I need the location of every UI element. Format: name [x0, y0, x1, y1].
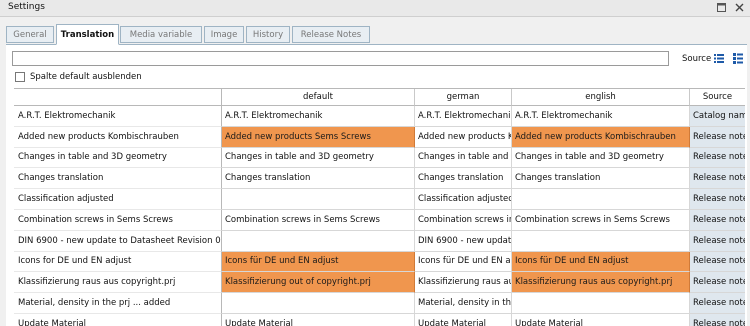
cell-english[interactable]: Changes in table and 3D geometry [512, 147, 690, 169]
cell-german[interactable]: Update Material [415, 314, 512, 326]
cell-default[interactable]: A.R.T. Elektromechanik [222, 106, 415, 127]
table-header-row: default german english Source [14, 89, 745, 106]
cell-german[interactable]: Classification adjusted [415, 189, 512, 210]
table-row[interactable]: Material, density in the prj ... added Ma… [14, 293, 745, 314]
header-german[interactable]: german [415, 89, 512, 106]
row-label: Icons for DE und EN adjust [14, 251, 222, 273]
row-label: Changes in table and 3D geometry [14, 147, 222, 169]
header-key[interactable] [14, 89, 222, 106]
tab-media-variable[interactable]: Media variable [120, 26, 202, 43]
tab-label: Image [210, 29, 238, 40]
row-label: Combination screws in Sems Screws [14, 210, 222, 231]
cell-source[interactable]: Release notes [690, 272, 745, 294]
table-row[interactable]: Update Material Update Material Update Mat… [14, 314, 745, 326]
list-view-icon[interactable] [713, 52, 725, 65]
table-row[interactable]: Classification adjusted Classification ad… [14, 189, 745, 210]
row-label: Classification adjusted [14, 189, 222, 210]
table-row[interactable]: Combination screws in Sems Screws Combina… [14, 210, 745, 231]
cell-source[interactable]: Release notes [690, 251, 745, 273]
tab-label: General [13, 29, 47, 40]
table-row[interactable]: Changes translation Changes translation Ch… [14, 168, 745, 190]
cell-default[interactable]: Combination screws in Sems Screws [222, 210, 415, 231]
search-input[interactable] [12, 51, 669, 66]
row-label: Material, density in the prj ... added [14, 293, 222, 314]
cell-source[interactable]: Release notes [690, 210, 745, 231]
hide-default-column-option[interactable]: Spalte default ausblenden [15, 72, 142, 82]
cell-english[interactable]: Update Material [512, 314, 690, 326]
cell-german[interactable]: Klassifizierung raus aus ... [415, 272, 512, 294]
tab-label: History [252, 29, 284, 40]
table-row[interactable]: Added new products Kombischrauben Added n… [14, 126, 745, 148]
cell-english[interactable] [512, 293, 690, 314]
hide-default-label: Spalte default ausblenden [30, 72, 142, 82]
tab-label: Translation [60, 29, 115, 40]
cell-default[interactable]: Update Material [222, 314, 415, 326]
cell-source[interactable]: Release notes [690, 126, 745, 148]
row-label: Added new products Kombischrauben [14, 126, 222, 148]
tab-history[interactable]: History [246, 26, 290, 43]
tab-general[interactable]: General [6, 26, 54, 43]
cell-default[interactable] [222, 230, 415, 252]
tab-image[interactable]: Image [204, 26, 244, 43]
cell-german[interactable]: Added new products K... [415, 126, 512, 148]
hide-default-checkbox[interactable] [15, 72, 25, 82]
cell-english[interactable]: Added new products Kombischrauben [512, 126, 690, 148]
cell-english[interactable]: Icons für DE und EN adjust [512, 251, 690, 273]
cell-source[interactable]: Release notes [690, 230, 745, 252]
row-label: A.R.T. Elektromechanik [14, 106, 222, 127]
header-source[interactable]: Source [690, 89, 745, 106]
cell-default[interactable]: Changes in table and 3D geometry [222, 147, 415, 169]
table-row[interactable]: DIN 6900 - new update to Datasheet Revis… [14, 230, 745, 252]
table-row[interactable]: Klassifizierung raus aus copyright.prj Kl… [14, 272, 745, 294]
header-english[interactable]: english [512, 89, 690, 106]
cell-source[interactable]: Release notes [690, 147, 745, 169]
cell-source[interactable]: Release notes [690, 189, 745, 210]
cell-german[interactable]: A.R.T. Elektromechanik [415, 106, 512, 127]
cell-default[interactable] [222, 189, 415, 210]
translation-table: default german english Source A.R.T. Ele… [14, 88, 745, 326]
cell-source[interactable]: Catalog name [690, 106, 745, 127]
row-label: DIN 6900 - new update to Datasheet Revis… [14, 230, 222, 252]
cell-german[interactable]: Icons für DE und EN adjust [415, 251, 512, 273]
tree-view-icon[interactable] [732, 52, 744, 65]
tab-translation[interactable]: Translation [56, 24, 119, 45]
table-row[interactable]: Icons for DE und EN adjust Icons für DE u… [14, 251, 745, 273]
title-bar: Settings [0, 0, 750, 17]
restore-icon[interactable] [714, 1, 728, 14]
cell-default[interactable]: Changes translation [222, 168, 415, 190]
cell-german[interactable]: Changes in table and 3... [415, 147, 512, 169]
cell-english[interactable] [512, 230, 690, 252]
cell-default[interactable]: Klassifizierung out of copyright.prj [222, 272, 415, 294]
cell-german[interactable]: Combination screws in ... [415, 210, 512, 231]
cell-default[interactable]: Added new products Sems Screws [222, 126, 415, 148]
cell-source[interactable]: Release notes [690, 293, 745, 314]
cell-english[interactable]: A.R.T. Elektromechanik [512, 106, 690, 127]
row-label: Update Material [14, 314, 222, 326]
source-label: Source [682, 54, 712, 64]
cell-default[interactable]: Icons für DE und EN adjust [222, 251, 415, 273]
cell-german[interactable]: Changes translation [415, 168, 512, 190]
cell-source[interactable]: Release notes [690, 314, 745, 326]
row-label: Changes translation [14, 168, 222, 190]
table-row[interactable]: A.R.T. Elektromechanik A.R.T. Elektromech… [14, 106, 745, 127]
row-label: Klassifizierung raus aus copyright.prj [14, 272, 222, 294]
cell-english[interactable]: Klassifizierung raus aus copyright.prj [512, 272, 690, 294]
close-icon[interactable] [732, 1, 746, 14]
cell-default[interactable] [222, 293, 415, 314]
window-title: Settings [8, 2, 45, 12]
tab-label: Release Notes [300, 29, 362, 40]
table-row[interactable]: Changes in table and 3D geometry Changes … [14, 147, 745, 169]
cell-german[interactable]: DIN 6900 - new update ... [415, 230, 512, 252]
tab-label: Media variable [129, 29, 193, 40]
cell-source[interactable]: Release notes [690, 168, 745, 190]
cell-english[interactable] [512, 189, 690, 210]
header-default[interactable]: default [222, 89, 415, 106]
tab-release-notes[interactable]: Release Notes [292, 26, 370, 43]
cell-english[interactable]: Changes translation [512, 168, 690, 190]
cell-english[interactable]: Combination screws in Sems Screws [512, 210, 690, 231]
cell-german[interactable]: Material, density in the ... [415, 293, 512, 314]
